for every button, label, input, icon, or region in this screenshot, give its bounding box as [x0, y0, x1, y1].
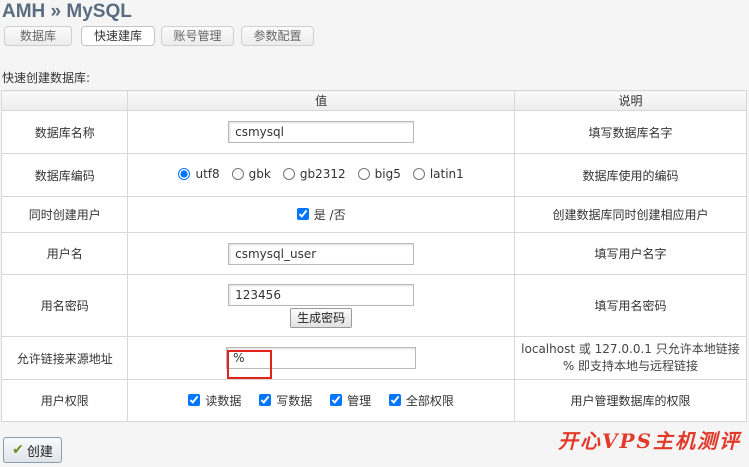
- header-field: [0, 90, 129, 111]
- allowed-host-desc-line1: localhost 或 127.0.0.1 只允许本地链接: [521, 342, 740, 356]
- privilege-option-manage[interactable]: 管理: [330, 392, 371, 409]
- username-desc: 填写用户名字: [513, 232, 748, 275]
- password-input[interactable]: [228, 283, 415, 306]
- db-name-label: 数据库名称: [0, 110, 129, 154]
- db-name-input[interactable]: [228, 121, 415, 143]
- allowed-host-desc: localhost 或 127.0.0.1 只允许本地链接 % 即支持本地与远程…: [513, 336, 748, 380]
- encoding-option-gbk[interactable]: gbk: [231, 167, 271, 181]
- encoding-radio-gbk[interactable]: [231, 168, 244, 180]
- create-user-desc: 创建数据库同时创建相应用户: [513, 196, 748, 233]
- username-input[interactable]: [228, 242, 415, 265]
- section-label: 快速创建数据库:: [2, 71, 91, 85]
- tab-parameter-config[interactable]: 参数配置: [241, 26, 314, 46]
- username-label: 用户名: [0, 232, 129, 275]
- header-description: 说明: [513, 90, 748, 111]
- create-button[interactable]: ✔ 创建: [3, 437, 62, 463]
- db-encoding-label: 数据库编码: [0, 153, 129, 197]
- encoding-radio-group: utf8 gbk gb2312 big5 latin1: [172, 167, 469, 181]
- privilege-checkbox-write[interactable]: [259, 394, 272, 407]
- tab-databases[interactable]: 数据库: [4, 26, 72, 46]
- tab-quick-create[interactable]: 快速建库: [81, 26, 155, 46]
- db-name-desc: 填写数据库名字: [513, 110, 748, 154]
- allowed-host-desc-line2: % 即支持本地与远程链接: [562, 359, 699, 373]
- privilege-option-read[interactable]: 读数据: [188, 392, 241, 409]
- create-user-label: 同时创建用户: [0, 196, 129, 233]
- watermark: 开心VPS主机测评: [558, 429, 741, 453]
- privilege-checkbox-manage[interactable]: [330, 394, 343, 407]
- encoding-option-big5[interactable]: big5: [357, 167, 401, 181]
- password-label: 用名密码: [0, 274, 129, 337]
- db-encoding-desc: 数据库使用的编码: [513, 153, 748, 197]
- password-desc: 填写用名密码: [513, 274, 748, 337]
- allowed-host-input[interactable]: [226, 347, 417, 369]
- create-database-form: 值 说明 数据库名称 填写数据库名字 数据库编码 utf8 gbk gb2312…: [0, 90, 748, 422]
- checkmark-icon: ✔: [12, 442, 24, 458]
- create-user-option[interactable]: 是 /否: [296, 206, 346, 223]
- privilege-checkbox-read[interactable]: [188, 394, 201, 407]
- encoding-option-latin1[interactable]: latin1: [412, 167, 464, 181]
- encoding-radio-big5[interactable]: [357, 168, 370, 180]
- privileges-desc: 用户管理数据库的权限: [513, 379, 748, 422]
- privileges-label: 用户权限: [0, 379, 129, 422]
- encoding-radio-gb2312[interactable]: [282, 168, 295, 180]
- encoding-option-gb2312[interactable]: gb2312: [282, 167, 346, 181]
- allowed-host-label: 允许链接来源地址: [0, 336, 129, 380]
- header-value: 值: [127, 90, 515, 111]
- encoding-radio-latin1[interactable]: [412, 168, 425, 180]
- encoding-radio-utf8[interactable]: [178, 168, 191, 180]
- privilege-checkbox-all[interactable]: [388, 394, 401, 407]
- page-title: AMH » MySQL: [2, 1, 132, 22]
- privilege-option-all[interactable]: 全部权限: [388, 392, 454, 409]
- privilege-option-write[interactable]: 写数据: [259, 392, 312, 409]
- tab-account-management[interactable]: 账号管理: [161, 26, 234, 46]
- create-user-checkbox[interactable]: [296, 208, 309, 221]
- generate-password-button[interactable]: 生成密码: [290, 307, 353, 328]
- encoding-option-utf8[interactable]: utf8: [178, 167, 220, 181]
